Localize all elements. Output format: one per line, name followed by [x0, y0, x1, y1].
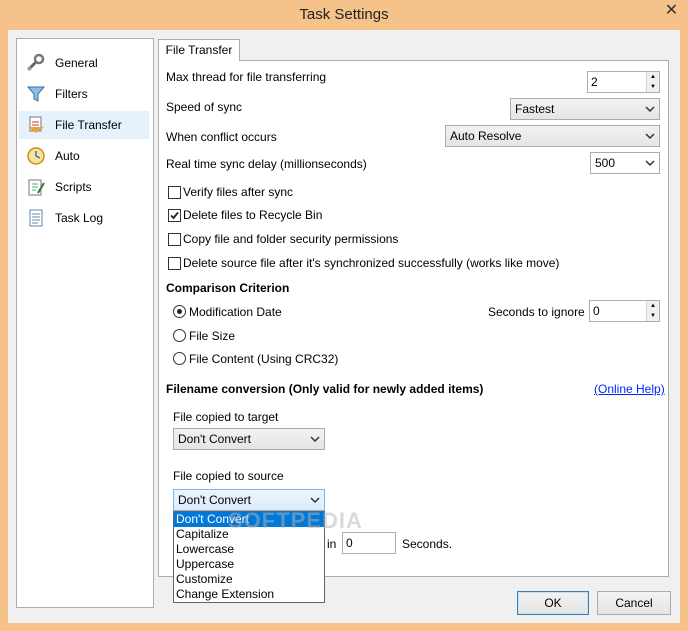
- sidebar-item-filters[interactable]: Filters: [19, 80, 149, 108]
- title-bar: Task Settings ✕: [0, 0, 688, 30]
- sidebar-item-general[interactable]: General: [19, 49, 149, 77]
- file-transfer-panel: Max thread for file transferring ▲▼ Spee…: [158, 60, 669, 577]
- cancel-button[interactable]: Cancel: [597, 591, 671, 615]
- file-copied-to-target-label: File copied to target: [173, 410, 279, 424]
- sidebar-item-label: File Transfer: [55, 118, 122, 132]
- funnel-icon: [25, 83, 47, 105]
- file-copied-to-target-value: Don't Convert: [178, 432, 251, 446]
- sidebar-item-task-log[interactable]: Task Log: [19, 204, 149, 232]
- seconds-input[interactable]: [343, 533, 397, 553]
- sidebar-item-scripts[interactable]: Scripts: [19, 173, 149, 201]
- conflict-select[interactable]: Auto Resolve: [445, 125, 660, 147]
- spin-down-icon[interactable]: ▼: [646, 311, 659, 321]
- spin-up-icon[interactable]: ▲: [646, 301, 659, 311]
- speed-of-sync-label: Speed of sync: [166, 100, 243, 114]
- chevron-down-icon: [645, 106, 655, 113]
- sidebar-item-file-transfer[interactable]: File Transfer: [19, 111, 149, 139]
- comparison-heading: Comparison Criterion: [166, 281, 290, 295]
- tab-file-transfer[interactable]: File Transfer: [158, 39, 240, 61]
- script-icon: [25, 176, 47, 198]
- modification-date-label: Modification Date: [189, 305, 282, 319]
- sidebar-item-label: Filters: [55, 87, 88, 101]
- dropdown-option-lowercase[interactable]: Lowercase: [174, 542, 324, 557]
- seconds-input-box[interactable]: [342, 532, 397, 554]
- verify-files-checkbox[interactable]: [168, 186, 181, 199]
- dropdown-option-uppercase[interactable]: Uppercase: [174, 557, 324, 572]
- seconds-suffix-label: Seconds.: [402, 537, 453, 551]
- wrench-icon: [25, 52, 47, 74]
- spin-down-icon[interactable]: ▼: [646, 82, 659, 92]
- sidebar-item-label: General: [55, 56, 98, 70]
- sync-delay-label: Real time sync delay (millionseconds): [166, 157, 367, 171]
- file-copied-to-target-select[interactable]: Don't Convert: [173, 428, 325, 450]
- partially-hidden-label: in: [327, 537, 337, 551]
- copy-security-permissions-checkbox[interactable]: [168, 233, 181, 246]
- checkmark-icon: [170, 211, 179, 220]
- delete-to-recycle-bin-checkbox[interactable]: [168, 209, 181, 222]
- sidebar-item-label: Auto: [55, 149, 80, 163]
- window-title: Task Settings: [299, 6, 389, 23]
- ok-button[interactable]: OK: [517, 591, 589, 615]
- delete-source-file-checkbox[interactable]: [168, 257, 181, 270]
- sidebar-item-auto[interactable]: Auto: [19, 142, 149, 170]
- max-thread-spinner[interactable]: ▲▼: [587, 71, 660, 93]
- seconds-to-ignore-label: Seconds to ignore: [488, 305, 585, 319]
- dropdown-option-capitalize[interactable]: Capitalize: [174, 527, 324, 542]
- spin-up-icon[interactable]: ▲: [646, 72, 659, 82]
- copy-security-permissions-label: Copy file and folder security permission…: [183, 232, 399, 246]
- file-content-label: File Content (Using CRC32): [189, 352, 339, 366]
- dialog-client-area: General Filters File Transfer Auto Scrip…: [8, 30, 680, 623]
- verify-files-label: Verify files after sync: [183, 185, 294, 199]
- file-copied-to-source-label: File copied to source: [173, 469, 284, 483]
- log-icon: [25, 207, 47, 229]
- task-settings-window: Task Settings ✕ General Filters File Tra…: [0, 0, 688, 631]
- chevron-down-icon: [310, 497, 320, 504]
- speed-of-sync-value: Fastest: [515, 102, 555, 116]
- sidebar-item-label: Scripts: [55, 180, 92, 194]
- dropdown-option-customize[interactable]: Customize: [174, 572, 324, 587]
- modification-date-radio[interactable]: [173, 305, 186, 318]
- file-content-radio[interactable]: [173, 352, 186, 365]
- filename-conversion-heading: Filename conversion (Only valid for newl…: [166, 382, 484, 396]
- sync-delay-value: 500: [595, 156, 616, 170]
- chevron-down-icon: [645, 160, 655, 167]
- conflict-label: When conflict occurs: [166, 130, 277, 144]
- dropdown-option-dont-convert[interactable]: Don't Convert: [174, 512, 324, 527]
- settings-sidebar: General Filters File Transfer Auto Scrip…: [16, 38, 154, 608]
- speed-of-sync-select[interactable]: Fastest: [510, 98, 660, 120]
- conflict-value: Auto Resolve: [450, 129, 522, 143]
- delete-to-recycle-bin-label: Delete files to Recycle Bin: [183, 208, 323, 222]
- max-thread-input[interactable]: [588, 72, 648, 92]
- file-size-label: File Size: [189, 329, 236, 343]
- online-help-link[interactable]: (Online Help): [594, 382, 665, 396]
- dropdown-option-change-extension[interactable]: Change Extension: [174, 587, 324, 602]
- spinner-buttons[interactable]: ▲ ▼: [646, 72, 659, 92]
- filename-conversion-dropdown-list[interactable]: Don't Convert Capitalize Lowercase Upper…: [173, 511, 325, 603]
- clock-icon: [25, 145, 47, 167]
- file-copied-to-source-value: Don't Convert: [178, 493, 251, 507]
- max-thread-label: Max thread for file transferring: [166, 70, 327, 84]
- sync-delay-select[interactable]: 500: [590, 152, 660, 174]
- file-size-radio[interactable]: [173, 329, 186, 342]
- chevron-down-icon: [645, 133, 655, 140]
- sidebar-item-label: Task Log: [55, 211, 104, 225]
- seconds-to-ignore-input[interactable]: [590, 301, 648, 321]
- file-copied-to-source-select[interactable]: Don't Convert: [173, 489, 325, 511]
- seconds-to-ignore-spinner[interactable]: ▲▼: [589, 300, 660, 322]
- file-transfer-icon: [25, 114, 47, 136]
- chevron-down-icon: [310, 436, 320, 443]
- close-button[interactable]: ✕: [659, 1, 684, 21]
- delete-source-file-label: Delete source file after it's synchroniz…: [183, 256, 560, 270]
- spinner-buttons[interactable]: ▲ ▼: [646, 301, 659, 321]
